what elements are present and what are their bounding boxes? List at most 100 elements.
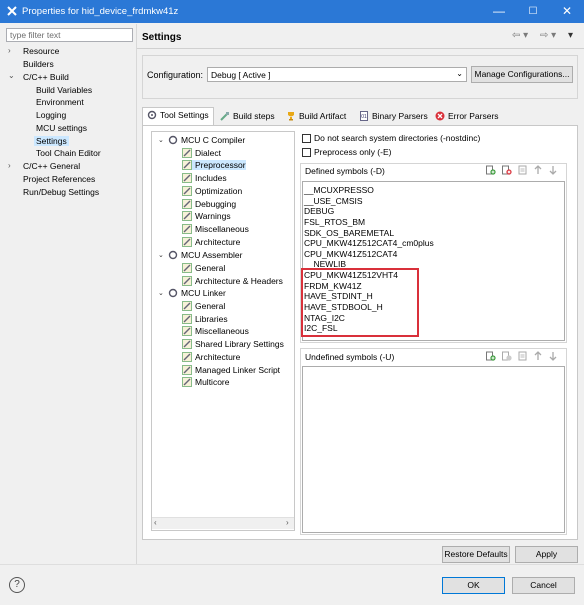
tree-mcu-linker[interactable]: MCU Linker [168, 288, 226, 298]
tree-label: Architecture [195, 352, 241, 362]
settings-page-icon [182, 199, 192, 209]
tree-ld-architecture[interactable]: Architecture [182, 352, 240, 362]
minimize-button[interactable]: — [482, 0, 516, 23]
move-down-icon[interactable] [548, 351, 558, 361]
tree-ld-libraries[interactable]: Libraries [182, 314, 228, 324]
tab-binary-parsers[interactable]: 01 Binary Parsers [355, 109, 432, 125]
tree-mcu-c-compiler[interactable]: MCU C Compiler [168, 135, 245, 145]
title-bar: Properties for hid_device_frdmkw41z — ☐ … [0, 0, 584, 23]
nav-build-variables[interactable]: Build Variables [36, 85, 92, 95]
binary-file-icon: 01 [360, 111, 368, 121]
tab-tool-settings[interactable]: Tool Settings [142, 107, 214, 126]
nav-cpp-build[interactable]: C/C++ Build [23, 72, 69, 82]
back-arrow-icon[interactable]: ⇦ ▾ [512, 30, 528, 41]
tree-ld-miscellaneous[interactable]: Miscellaneous [182, 326, 249, 336]
tree-ld-general[interactable]: General [182, 301, 225, 311]
nav-resource[interactable]: Resource [23, 46, 59, 56]
nav-mcu-settings[interactable]: MCU settings [36, 123, 87, 133]
tool-settings-icon [147, 110, 157, 120]
chevron-down-icon[interactable]: ⌄ [8, 71, 15, 80]
move-down-icon[interactable] [548, 165, 558, 175]
tree-asm-architecture-headers[interactable]: Architecture & Headers [182, 276, 283, 286]
manage-configurations-button[interactable]: Manage Configurations... [471, 66, 573, 83]
tree-optimization[interactable]: Optimization [182, 186, 242, 196]
chevron-down-icon[interactable]: ⌄ [158, 136, 164, 144]
eclipse-app-icon [7, 6, 17, 16]
chevron-down-icon[interactable]: ⌄ [158, 289, 164, 297]
tree-label: Optimization [195, 186, 243, 196]
maximize-button[interactable]: ☐ [516, 0, 550, 23]
preprocess-only-checkbox[interactable] [302, 148, 311, 157]
tab-build-artifact[interactable]: Build Artifact [282, 109, 350, 125]
forward-arrow-icon[interactable]: ⇨ ▾ [540, 30, 556, 41]
tab-error-parsers[interactable]: Error Parsers [431, 109, 503, 125]
ok-button[interactable]: OK [442, 577, 505, 594]
svg-text:01: 01 [361, 114, 367, 120]
tree-mcu-assembler[interactable]: MCU Assembler [168, 250, 242, 260]
list-item[interactable]: FSL_RTOS_BM [304, 217, 365, 227]
tree-label: Managed Linker Script [195, 365, 281, 375]
window-title: Properties for hid_device_frdmkw41z [22, 6, 179, 17]
list-item[interactable]: CPU_MKW41Z512CAT4 [304, 249, 397, 259]
cancel-button[interactable]: Cancel [512, 577, 575, 594]
nostdinc-checkbox[interactable] [302, 134, 311, 143]
nav-logging[interactable]: Logging [36, 110, 66, 120]
apply-button[interactable]: Apply [515, 546, 578, 563]
configuration-label: Configuration: [147, 70, 204, 80]
restore-defaults-button[interactable]: Restore Defaults [442, 546, 510, 563]
tree-preprocessor[interactable]: Preprocessor [182, 160, 246, 170]
chevron-right-icon[interactable]: › [8, 161, 11, 170]
list-item[interactable]: DEBUG [304, 206, 334, 216]
add-icon[interactable] [486, 351, 496, 361]
move-up-icon[interactable] [533, 351, 543, 361]
scroll-left-icon[interactable]: ‹ [154, 518, 157, 527]
build-steps-icon [220, 112, 229, 121]
delete-icon[interactable] [502, 165, 512, 175]
settings-page-icon [182, 365, 192, 375]
tree-warnings[interactable]: Warnings [182, 211, 231, 221]
edit-icon[interactable] [518, 351, 528, 361]
list-item[interactable]: __MCUXPRESSO [304, 185, 374, 195]
settings-page-icon [182, 186, 192, 196]
scroll-right-icon[interactable]: › [286, 518, 289, 527]
tree-label: MCU Linker [181, 288, 226, 298]
view-menu-icon[interactable]: ▾ [568, 30, 573, 41]
tree-miscellaneous[interactable]: Miscellaneous [182, 224, 249, 234]
chevron-right-icon[interactable]: › [8, 46, 11, 55]
list-item[interactable]: SDK_OS_BAREMETAL [304, 228, 394, 238]
move-up-icon[interactable] [533, 165, 543, 175]
add-icon[interactable] [486, 165, 496, 175]
nav-builders[interactable]: Builders [23, 59, 54, 69]
defined-symbols-label: Defined symbols (-D) [305, 166, 385, 176]
chevron-down-icon[interactable]: ⌄ [158, 251, 164, 259]
list-item[interactable]: CPU_MKW41Z512CAT4_cm0plus [304, 238, 434, 248]
nav-settings[interactable]: Settings [34, 136, 69, 146]
configuration-select[interactable]: Debug [ Active ] ⌄ [207, 67, 467, 82]
tree-dialect[interactable]: Dialect [182, 148, 221, 158]
tree-ld-multicore[interactable]: Multicore [182, 377, 229, 387]
nav-run-debug-settings[interactable]: Run/Debug Settings [23, 187, 99, 197]
nav-environment[interactable]: Environment [36, 97, 84, 107]
tree-architecture[interactable]: Architecture [182, 237, 240, 247]
pane-divider[interactable] [136, 24, 137, 564]
tool-settings-icon [168, 250, 178, 260]
delete-icon[interactable] [502, 351, 512, 361]
undefined-symbols-label: Undefined symbols (-U) [305, 352, 395, 362]
tree-asm-general[interactable]: General [182, 263, 225, 273]
tree-ld-managed-script[interactable]: Managed Linker Script [182, 365, 280, 375]
tree-includes[interactable]: Includes [182, 173, 227, 183]
tree-debugging[interactable]: Debugging [182, 199, 236, 209]
tree-horizontal-scrollbar[interactable]: ‹ › [152, 517, 294, 529]
nav-cpp-general[interactable]: C/C++ General [23, 161, 80, 171]
list-item[interactable]: __USE_CMSIS [304, 196, 363, 206]
nav-tool-chain-editor[interactable]: Tool Chain Editor [36, 148, 101, 158]
close-button[interactable]: ✕ [550, 0, 584, 23]
settings-page-icon [182, 377, 192, 387]
undefined-symbols-list[interactable] [302, 366, 565, 533]
nav-project-references[interactable]: Project References [23, 174, 95, 184]
edit-icon[interactable] [518, 165, 528, 175]
tree-ld-shared-library[interactable]: Shared Library Settings [182, 339, 284, 349]
tab-build-steps[interactable]: Build steps [216, 109, 279, 125]
help-icon[interactable]: ? [9, 577, 25, 593]
filter-input[interactable]: type filter text [6, 28, 133, 42]
